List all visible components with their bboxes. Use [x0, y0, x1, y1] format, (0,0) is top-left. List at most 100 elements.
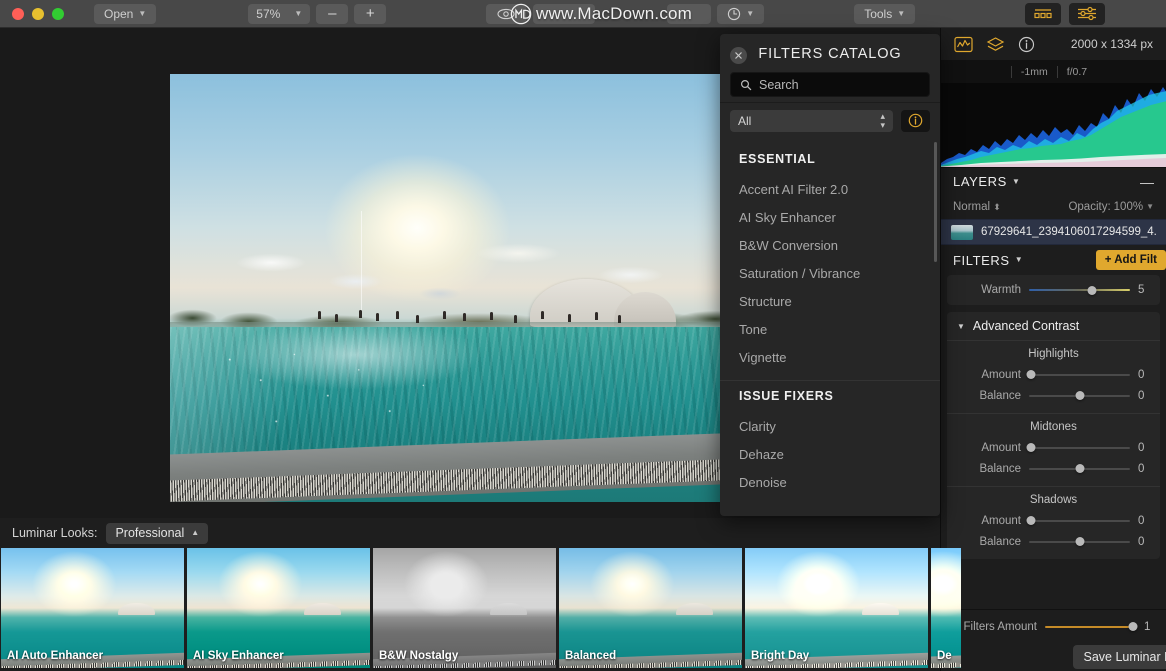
luminar-window: Open ▼ 57% ▼ – + ▼ Tools ▼ www.MacDown.c… [0, 0, 1166, 671]
collapse-layers-button[interactable]: — [1140, 175, 1154, 189]
zoom-in-button[interactable]: + [354, 3, 387, 24]
shadows-label: Shadows [1029, 494, 1078, 506]
catalog-group-issue-fixers: ISSUE FIXERS Clarity Dehaze Denoise [720, 381, 940, 497]
highlights-balance-slider[interactable] [1029, 390, 1130, 402]
eye-icon [497, 8, 515, 19]
info-icon[interactable] [1018, 36, 1035, 53]
midtones-label: Midtones [1030, 421, 1077, 433]
photo-people [305, 305, 642, 339]
chevron-down-icon: ▼ [138, 8, 147, 18]
histogram-icon[interactable] [954, 36, 973, 53]
midtones-amount-slider[interactable] [1026, 442, 1130, 454]
filters-amount-slider[interactable] [1045, 621, 1138, 633]
zoom-in-label: + [365, 5, 375, 22]
highlights-amount-value: 0 [1138, 368, 1145, 381]
look-thumbnail[interactable]: De [931, 548, 961, 668]
history-button[interactable]: ▼ [717, 3, 765, 24]
look-thumbnail[interactable]: AI Sky Enhancer [187, 548, 370, 668]
photo-mast [361, 210, 363, 314]
sliders-panel-icon [1078, 6, 1097, 21]
look-thumbnail[interactable]: Balanced [559, 548, 742, 668]
chevron-down-icon: ▼ [1014, 255, 1024, 264]
zoom-level-select[interactable]: 57% ▼ [248, 3, 311, 24]
zoom-out-button[interactable]: – [316, 3, 349, 24]
filter-item-dehaze[interactable]: Dehaze [720, 441, 940, 469]
looks-category-value: Professional [115, 526, 185, 540]
tools-button-label: Tools [864, 6, 893, 21]
minimize-window-button[interactable] [32, 7, 44, 20]
slider-knob[interactable] [1128, 622, 1138, 631]
close-window-button[interactable] [12, 7, 24, 20]
filter-item-clarity[interactable]: Clarity [720, 413, 940, 441]
catalog-search-box[interactable] [730, 72, 930, 97]
advanced-contrast-header[interactable]: ▼ Advanced Contrast [947, 312, 1160, 340]
layer-opacity-control[interactable]: Opacity: 100% ▼ [1068, 201, 1154, 213]
warmth-slider[interactable] [1029, 284, 1130, 296]
compare-preview-button[interactable] [486, 3, 527, 24]
slider-knob[interactable] [1026, 370, 1036, 379]
layers-icon[interactable] [986, 36, 1005, 53]
filter-item-vignette[interactable]: Vignette [720, 344, 940, 372]
zoom-out-label: – [328, 5, 337, 22]
look-thumbnail[interactable]: Bright Day [745, 548, 928, 668]
catalog-category-select[interactable]: All ▴ ▾ [730, 109, 893, 132]
filters-amount-value: 1 [1144, 620, 1151, 633]
filter-item-bw-conversion[interactable]: B&W Conversion [720, 232, 940, 260]
look-thumbnail[interactable]: B&W Nostalgy [373, 548, 556, 668]
midtones-balance-slider[interactable] [1029, 463, 1130, 475]
filter-item-saturation-vibrance[interactable]: Saturation / Vibrance [720, 260, 940, 288]
warmth-slider-rail [1029, 289, 1130, 291]
blend-mode-value: Normal [953, 201, 991, 213]
catalog-category-value: All [738, 113, 752, 128]
toggle-looks-panel-button[interactable] [1025, 2, 1062, 25]
catalog-info-button[interactable] [901, 109, 930, 132]
preview-tent [304, 603, 341, 616]
histogram-svg [941, 83, 1166, 167]
slider-knob[interactable] [1075, 391, 1084, 400]
save-luminar-look-button[interactable]: Save Luminar Lo [1073, 645, 1166, 669]
layers-title[interactable]: LAYERS ▼ [953, 174, 1020, 189]
shadows-group: Shadows Amount 0 Balance 0 [947, 486, 1160, 559]
slider-knob[interactable] [1075, 537, 1084, 546]
blend-mode-select[interactable]: Normal ⬍ [953, 201, 1001, 213]
filters-title[interactable]: FILTERS ▼ [953, 253, 1023, 268]
slider-knob[interactable] [1026, 443, 1036, 452]
catalog-filter-list[interactable]: ESSENTIAL Accent AI Filter 2.0 AI Sky En… [720, 138, 940, 516]
catalog-search-input[interactable] [759, 77, 920, 92]
warmth-slider-knob[interactable] [1087, 285, 1097, 295]
zoom-window-button[interactable] [52, 7, 64, 20]
slider-knob[interactable] [1026, 516, 1036, 525]
histogram-toolbar: 2000 x 1334 px [941, 28, 1166, 61]
highlights-amount-slider[interactable] [1026, 369, 1130, 381]
add-filter-button[interactable]: + Add Filt [1095, 250, 1166, 270]
filter-item-tone[interactable]: Tone [720, 316, 940, 344]
tools-button[interactable]: Tools ▼ [854, 3, 916, 24]
slider-knob[interactable] [1075, 464, 1084, 473]
shadows-amount-slider[interactable] [1026, 515, 1130, 527]
toggle-filters-panel-button[interactable] [1069, 2, 1106, 25]
layers-title-text: LAYERS [953, 174, 1007, 189]
look-name: AI Sky Enhancer [193, 650, 284, 662]
shadows-balance-slider[interactable] [1029, 536, 1130, 548]
filter-item-accent-ai-filter[interactable]: Accent AI Filter 2.0 [720, 176, 940, 204]
before-after-button[interactable] [533, 3, 596, 24]
highlights-group: Highlights Amount 0 Balance 0 [947, 340, 1160, 413]
layer-list-item[interactable]: 67929641_2394106017294599_4... [941, 219, 1166, 245]
top-toolbar: Open ▼ 57% ▼ – + ▼ Tools ▼ [0, 0, 1166, 28]
snapshot-button[interactable] [667, 3, 712, 24]
look-thumbnail[interactable]: AI Auto Enhancer [1, 548, 184, 668]
looks-category-select[interactable]: Professional ▲ [106, 522, 209, 544]
filter-item-structure[interactable]: Structure [720, 288, 940, 316]
midtones-amount-label: Amount [981, 441, 1021, 454]
histogram-graph[interactable] [941, 83, 1166, 167]
shadows-amount-value: 0 [1138, 514, 1145, 527]
catalog-filter-bar: All ▴ ▾ [720, 102, 940, 138]
open-button[interactable]: Open ▼ [94, 3, 157, 24]
catalog-scrollbar[interactable] [934, 142, 937, 262]
chevron-up-icon: ▲ [191, 528, 200, 537]
filter-item-denoise[interactable]: Denoise [720, 469, 940, 497]
filters-catalog-header: FILTERS CATALOG [720, 34, 940, 102]
filter-item-ai-sky-enhancer[interactable]: AI Sky Enhancer [720, 204, 940, 232]
layers-section-header: LAYERS ▼ — [941, 167, 1166, 195]
preview-tent [862, 603, 899, 616]
